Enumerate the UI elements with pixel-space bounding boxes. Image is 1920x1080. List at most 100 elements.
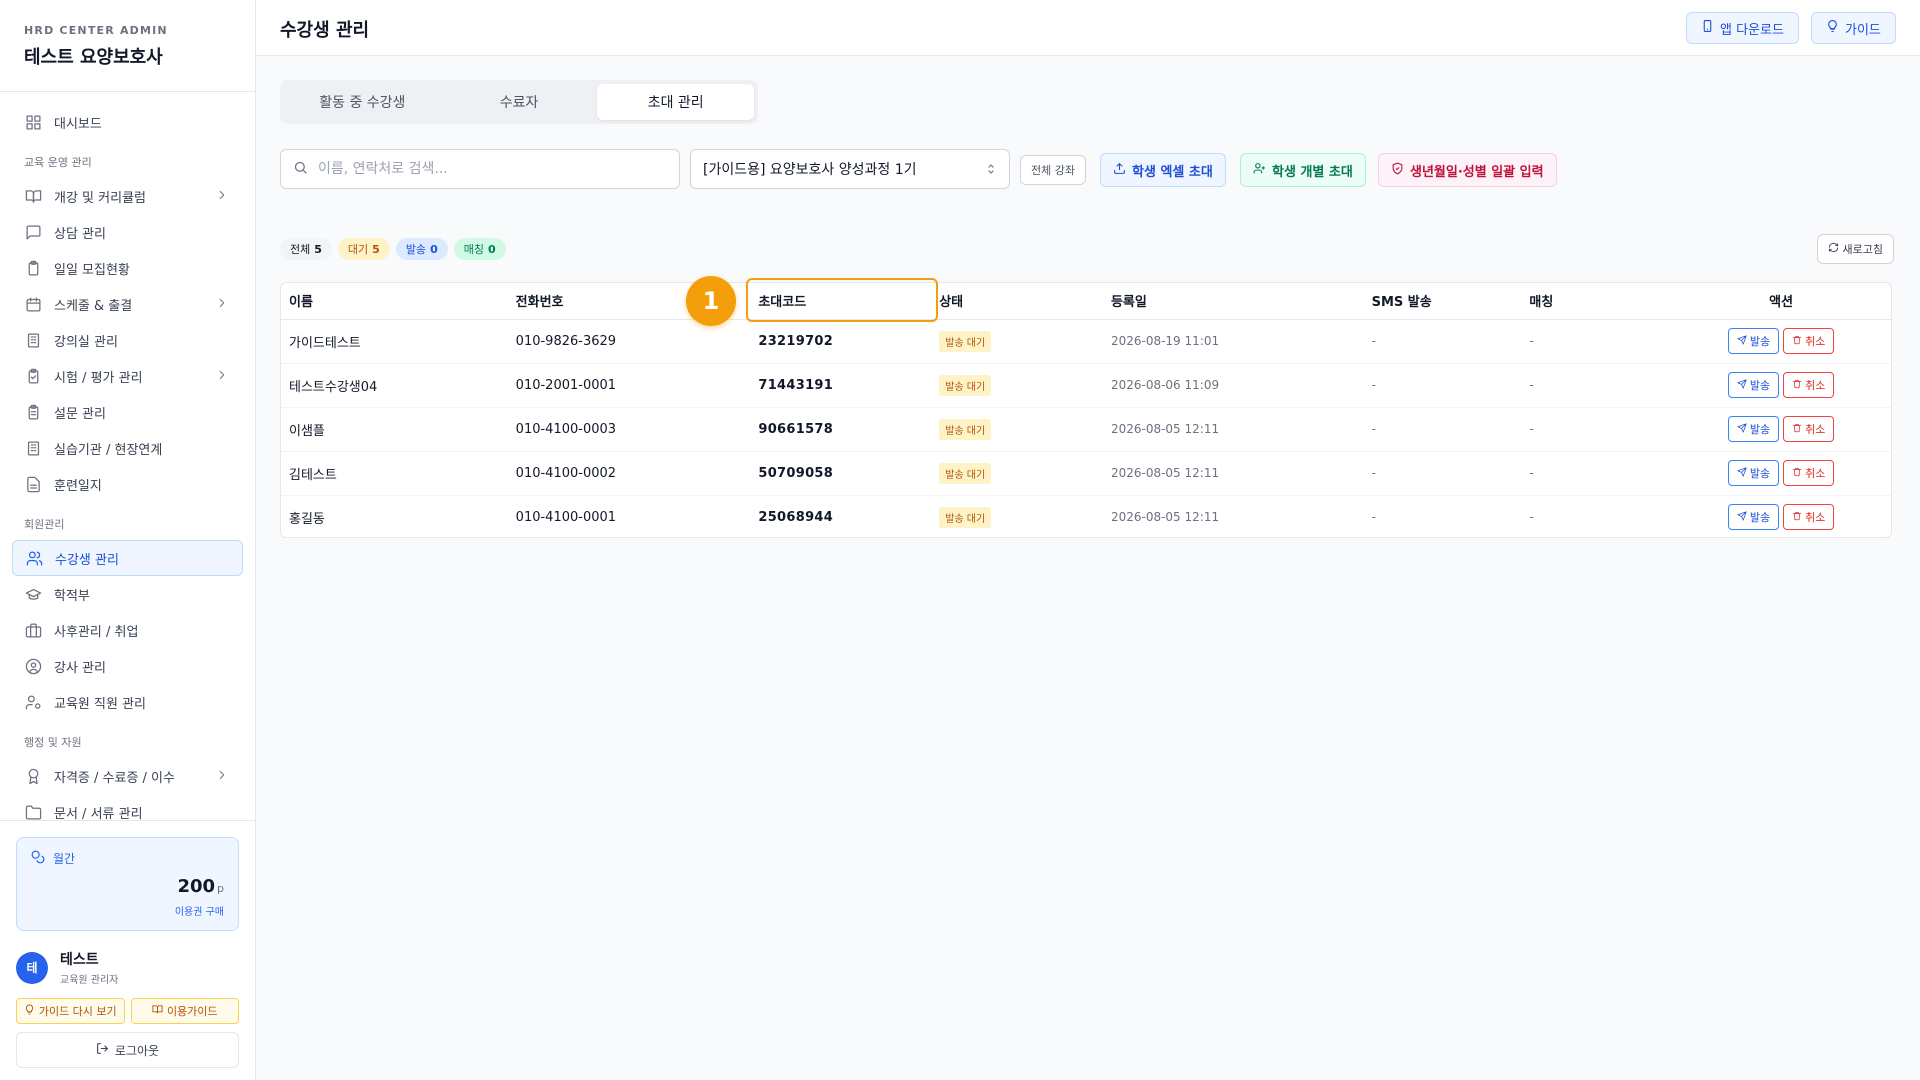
- send-button[interactable]: 발송: [1727, 416, 1780, 442]
- cell-phone: 010-4100-0001: [507, 495, 751, 537]
- sidebar-item-시험-평가-관리[interactable]: 시험 / 평가 관리: [12, 358, 243, 394]
- credit-label: 월간: [53, 852, 76, 866]
- sidebar-item-일일-모집현황[interactable]: 일일 모집현황: [12, 250, 243, 286]
- smartphone-icon: [1701, 19, 1714, 37]
- document-icon: [24, 475, 42, 493]
- sidebar-item-label: 상담 관리: [54, 226, 106, 242]
- send-icon: [1737, 378, 1747, 392]
- send-button[interactable]: 발송: [1727, 504, 1780, 530]
- tab-수료자[interactable]: 수료자: [441, 84, 598, 120]
- cell-invite-code: 23219702: [750, 319, 932, 364]
- count-badge-전체: 전체 5: [280, 238, 332, 260]
- column-header: 액션: [1671, 283, 1891, 320]
- sidebar-item-자격증-수료증-이수[interactable]: 자격증 / 수료증 / 이수: [12, 758, 243, 794]
- chevron-right-icon: [215, 296, 229, 314]
- status-badge: 발송 대기: [939, 374, 992, 396]
- bulk-birthdate-gender-button[interactable]: 생년월일·성별 일괄 입력: [1378, 153, 1557, 187]
- sidebar-item-설문-관리[interactable]: 설문 관리: [12, 394, 243, 430]
- sidebar-item-label: 강사 관리: [54, 660, 106, 676]
- sidebar-footer: 월간 200 p 이용권 구매 테 테스트 교육원 관리자 가이드 다시 보기 이…: [0, 820, 255, 1080]
- search-box[interactable]: [280, 149, 680, 189]
- tab-bar: 활동 중 수강생 수료자 초대 관리: [280, 80, 758, 124]
- graduation-cap-icon: [24, 585, 42, 603]
- guide-again-button[interactable]: 가이드 다시 보기: [16, 998, 125, 1024]
- send-button[interactable]: 발송: [1727, 328, 1780, 354]
- count-badge-대기: 대기 5: [337, 238, 390, 260]
- refresh-button[interactable]: 새로고침: [1816, 234, 1894, 264]
- send-button[interactable]: 발송: [1727, 372, 1780, 398]
- cancel-button[interactable]: 취소: [1783, 416, 1835, 442]
- users-icon: [25, 549, 43, 567]
- user-role: 교육원 관리자: [60, 975, 119, 986]
- sidebar-item-훈련일지[interactable]: 훈련일지: [12, 466, 243, 502]
- status-badge: 발송 대기: [939, 418, 992, 440]
- sidebar-item-실습기관-현장연계[interactable]: 실습기관 / 현장연계: [12, 430, 243, 466]
- sidebar-item-label: 훈련일지: [54, 478, 102, 494]
- cancel-button[interactable]: 취소: [1783, 328, 1835, 354]
- cell-match: -: [1521, 451, 1672, 496]
- tab-초대-관리[interactable]: 초대 관리: [597, 84, 755, 120]
- sidebar-item-스케줄-출결[interactable]: 스케줄 & 출결: [12, 286, 243, 322]
- clipboard-icon: [24, 259, 42, 277]
- trash-icon: [1792, 467, 1802, 480]
- nav-section-label: 행정 및 자원: [24, 736, 82, 749]
- cell-date: 2026-08-19 11:01: [1102, 319, 1364, 364]
- excel-invite-button[interactable]: 학생 엑셀 초대: [1100, 153, 1226, 187]
- cell-actions: 발송 취소: [1671, 363, 1891, 408]
- cell-date: 2026-08-05 12:11: [1102, 495, 1364, 537]
- cancel-button[interactable]: 취소: [1783, 372, 1835, 398]
- building-icon: [24, 439, 42, 457]
- logout-icon: [96, 1042, 109, 1058]
- cell-date: 2026-08-05 12:11: [1102, 407, 1364, 452]
- table-row: 홍길동 010-4100-0001 25068944 발송 대기 2026-08-05 …: [281, 495, 1891, 537]
- sidebar-item-교육원-직원-관리[interactable]: 교육원 직원 관리: [12, 684, 243, 720]
- avatar: 테: [16, 951, 48, 984]
- sidebar-item-개강-및-커리큘럼[interactable]: 개강 및 커리큘럼: [12, 178, 243, 214]
- coins-icon: [31, 850, 45, 867]
- cell-status: 발송 대기: [931, 319, 1103, 364]
- clipboard-check-icon: [24, 367, 42, 385]
- cell-status: 발송 대기: [931, 495, 1103, 537]
- guide-button[interactable]: 가이드: [1811, 12, 1896, 44]
- sidebar-item-강의실-관리[interactable]: 강의실 관리: [12, 322, 243, 358]
- sidebar-item-문서-서류-관리[interactable]: 문서 / 서류 관리: [12, 794, 243, 820]
- cancel-button[interactable]: 취소: [1783, 460, 1835, 486]
- course-select[interactable]: [가이드용] 요양보호사 양성과정 1기: [690, 149, 1010, 189]
- main-content: 활동 중 수강생수료자초대 관리 [가이드용] 요양보호사 양성과정 1기 전체…: [256, 56, 1920, 1080]
- sidebar-item-상담-관리[interactable]: 상담 관리: [12, 214, 243, 250]
- sidebar-item-강사-관리[interactable]: 강사 관리: [12, 648, 243, 684]
- all-courses-button[interactable]: 전체 강좌: [1020, 155, 1086, 185]
- sidebar-item-대시보드[interactable]: 대시보드: [12, 104, 243, 140]
- sidebar-item-사후관리-취업[interactable]: 사후관리 / 취업: [12, 612, 243, 648]
- sidebar-item-label: 강의실 관리: [54, 334, 118, 350]
- credit-card[interactable]: 월간 200 p 이용권 구매: [16, 837, 239, 931]
- brand-title: 테스트 요양보호사: [24, 47, 163, 68]
- single-invite-button[interactable]: 학생 개별 초대: [1240, 153, 1366, 187]
- chevron-right-icon: [215, 768, 229, 786]
- cell-name: 홍길동: [281, 495, 508, 537]
- clipboard-list-icon: [24, 403, 42, 421]
- count-badge-발송: 발송 0: [395, 238, 448, 260]
- cancel-button[interactable]: 취소: [1783, 504, 1835, 530]
- user-name: 테스트: [60, 952, 99, 968]
- buy-pass-link[interactable]: 이용권 구매: [175, 903, 224, 918]
- cell-status: 발송 대기: [931, 451, 1103, 496]
- status-badge: 발송 대기: [939, 330, 992, 352]
- toolbar: [가이드용] 요양보호사 양성과정 1기 전체 강좌 학생 엑셀 초대 학생 개…: [280, 149, 1920, 189]
- cell-name: 김테스트: [281, 451, 508, 496]
- dashboard-icon: [24, 113, 42, 131]
- usage-guide-button[interactable]: 이용가이드: [130, 998, 239, 1024]
- cell-actions: 발송 취소: [1671, 407, 1891, 452]
- logout-button[interactable]: 로그아웃: [16, 1032, 239, 1068]
- book-icon: [24, 187, 42, 205]
- trash-icon: [1792, 335, 1802, 348]
- tab-활동-중-수강생[interactable]: 활동 중 수강생: [284, 84, 441, 120]
- app-download-button[interactable]: 앱 다운로드: [1686, 12, 1799, 44]
- cell-match: -: [1521, 363, 1672, 408]
- send-icon: [1737, 510, 1747, 524]
- search-input[interactable]: [318, 161, 658, 177]
- cell-status: 발송 대기: [931, 407, 1103, 452]
- sidebar-item-학적부[interactable]: 학적부: [12, 576, 243, 612]
- send-button[interactable]: 발송: [1727, 460, 1780, 486]
- sidebar-item-수강생-관리[interactable]: 수강생 관리: [12, 540, 243, 576]
